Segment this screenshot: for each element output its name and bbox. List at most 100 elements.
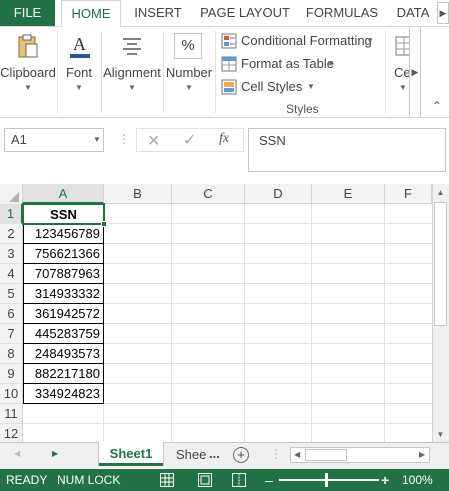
tab-file[interactable]: FILE [0,0,55,26]
active-cell-border [22,203,105,225]
sheet-tab-sheet2-label: Shee [176,447,207,462]
scroll-down-icon[interactable]: ▼ [434,428,447,442]
scroll-sheets-right-icon[interactable]: ▶ [52,449,58,458]
enter-check-icon[interactable]: ✓ [183,130,196,150]
gridline [104,403,432,404]
format-as-table-button[interactable]: Format as Table ▼ [221,54,341,74]
number-group[interactable]: % Number ▼ [164,27,214,117]
chevron-down-icon: ▼ [307,82,315,91]
row-header-2[interactable]: 2 [0,224,23,244]
row-header-3[interactable]: 3 [0,244,23,264]
column-header-f[interactable]: F [385,184,432,204]
spreadsheet-grid[interactable]: A B C D E F 1 2 3 4 5 6 7 8 9 10 11 12 S… [0,184,449,442]
vertical-scroll-thumb[interactable] [434,202,447,326]
row-header-6[interactable]: 6 [0,304,23,324]
cell-a9[interactable]: 882217180 [23,364,104,384]
clipboard-label: Clipboard [0,65,56,80]
collapse-ribbon-icon[interactable]: ⌃ [430,99,444,113]
cell-a6[interactable]: 361942572 [23,304,104,324]
font-group[interactable]: A Font ▼ [58,27,100,117]
tab-data[interactable]: DATA [393,0,433,26]
column-header-e[interactable]: E [312,184,385,204]
align-center-icon [123,38,141,55]
ribbon-scroll-right-button[interactable]: ▶ [409,27,421,117]
gridline [104,223,432,224]
cell-a5[interactable]: 314933332 [23,284,104,304]
gridline [104,263,432,264]
fill-handle[interactable] [101,221,107,227]
tab-home[interactable]: HOME [61,0,121,27]
format-as-table-label: Format as Table [241,56,334,71]
scroll-sheets-left-icon[interactable]: ◀ [14,449,20,458]
chevron-down-icon: ▼ [24,83,32,92]
gridline [104,363,432,364]
formula-input[interactable]: SSN [248,128,446,172]
zoom-slider-thumb[interactable] [325,473,328,487]
clipboard-group[interactable]: Clipboard ▼ [0,27,56,117]
alignment-label: Alignment [103,65,161,80]
gridline [104,423,432,424]
chevron-down-icon[interactable]: ▼ [90,128,104,152]
zoom-in-button[interactable]: + [381,469,389,491]
sheet-tab-sheet1[interactable]: Sheet1 [99,442,163,466]
cell-a7[interactable]: 445283759 [23,324,104,344]
scroll-up-icon[interactable]: ▲ [434,186,447,200]
row-header-1[interactable]: 1 [0,204,23,224]
number-label: Number [165,65,213,80]
add-sheet-button[interactable]: + [233,447,249,463]
num-lock-indicator: NUM LOCK [57,473,121,487]
formula-bar-grip-icon: ⋮ [118,132,130,146]
row-header-11[interactable]: 11 [0,404,23,424]
zoom-out-button[interactable]: – [265,469,273,491]
insert-function-button[interactable]: fx [219,131,229,147]
cell-a3[interactable]: 756621366 [23,244,104,264]
row-header-12[interactable]: 12 [0,424,23,442]
column-header-b[interactable]: B [104,184,172,204]
zoom-slider[interactable] [279,479,379,481]
styles-group-label: Styles [286,102,319,116]
cell-styles-button[interactable]: Cell Styles ▼ [221,77,321,97]
alignment-group[interactable]: Alignment ▼ [102,27,162,117]
table-icon [221,56,237,72]
cell-a4[interactable]: 707887963 [23,264,104,284]
cell-a8[interactable]: 248493573 [23,344,104,364]
horizontal-scroll-thumb[interactable] [305,449,347,461]
row-header-4[interactable]: 4 [0,264,23,284]
row-header-5[interactable]: 5 [0,284,23,304]
row-header-8[interactable]: 8 [0,344,23,364]
gridline [104,303,432,304]
column-header-a[interactable]: A [23,184,104,204]
zoom-level[interactable]: 100% [402,469,433,491]
gridline [104,243,432,244]
cell-a10[interactable]: 334924823 [23,384,104,404]
more-sheets-button[interactable]: ... [209,443,220,465]
row-header-7[interactable]: 7 [0,324,23,344]
cell-a2[interactable]: 123456789 [23,224,104,244]
scroll-right-icon[interactable]: ▶ [419,450,425,459]
column-header-d[interactable]: D [245,184,312,204]
cancel-icon[interactable]: ✕ [147,131,160,151]
name-box[interactable]: A1 [4,128,104,152]
row-header-9[interactable]: 9 [0,364,23,384]
font-color-icon: A [70,34,90,58]
tabs-scroll-right-button[interactable]: ▶ [437,2,449,24]
conditional-formatting-button[interactable]: Conditional Formatting ▼ [221,31,381,51]
sheet-tab-sheet2[interactable]: Shee [176,443,206,467]
scroll-left-icon[interactable]: ◀ [294,450,300,459]
column-header-row: A B C D E F [0,184,432,204]
page-break-view-icon[interactable] [232,473,246,487]
column-header-c[interactable]: C [172,184,245,204]
mode-indicator: READY [6,473,48,487]
normal-view-icon[interactable] [160,473,174,487]
chevron-down-icon: ▼ [75,83,83,92]
horizontal-scrollbar[interactable]: ◀ ▶ [290,447,430,463]
row-header-10[interactable]: 10 [0,384,23,404]
chevron-down-icon: ▼ [327,59,335,68]
page-layout-view-icon[interactable] [198,473,212,487]
tab-page-layout[interactable]: PAGE LAYOUT [196,0,294,26]
tab-formulas[interactable]: FORMULAS [302,0,382,26]
cell-styles-icon [221,79,237,95]
gridline [104,343,432,344]
tab-splitter-grip-icon[interactable]: ⋮ [270,447,282,461]
tab-insert[interactable]: INSERT [130,0,186,26]
